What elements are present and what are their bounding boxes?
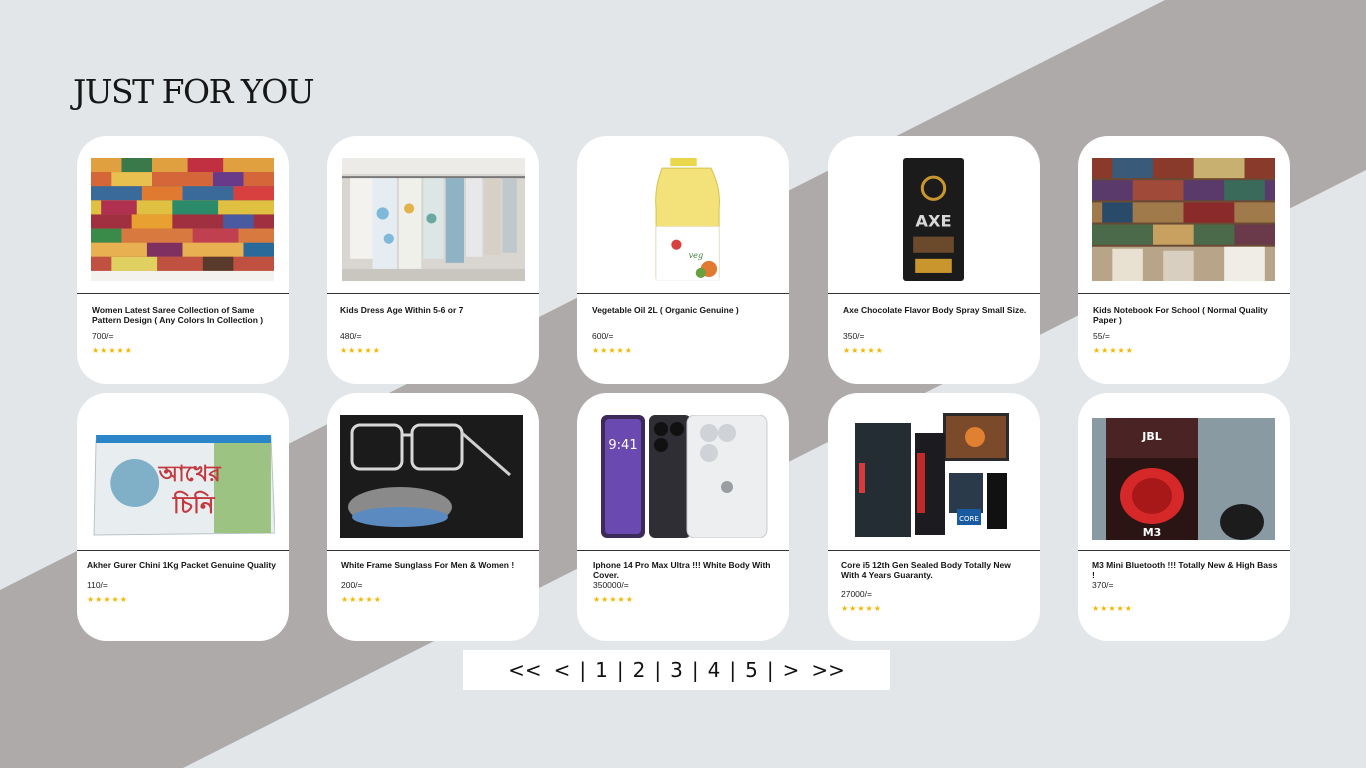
last-page-button[interactable]: >> (805, 658, 851, 682)
product-card[interactable]: 9:41 Iphone 14 Pro Max Ultra !!! White B… (577, 393, 789, 641)
page-4-button[interactable]: 4 (702, 658, 727, 682)
book-stacks-image[interactable] (1092, 158, 1275, 281)
product-price: 370/= (1092, 580, 1114, 590)
desktop-pc-image[interactable]: CORE (853, 413, 1013, 543)
product-name[interactable]: M3 Mini Bluetooth !!! Totally New & High… (1092, 560, 1280, 580)
oil-bottle-image[interactable]: veg (591, 158, 774, 281)
product-card[interactable]: Kids Notebook For School ( Normal Qualit… (1078, 136, 1290, 384)
card-divider (327, 293, 539, 294)
rating-stars: ★★★★★ (92, 346, 133, 355)
page-5-button[interactable]: 5 (739, 658, 764, 682)
iphone-image[interactable]: 9:41 (597, 415, 772, 538)
page-1-button[interactable]: 1 (589, 658, 614, 682)
product-name[interactable]: Axe Chocolate Flavor Body Spray Small Si… (843, 305, 1030, 315)
product-price: 110/= (87, 580, 108, 590)
axe-spray-image[interactable]: AXE (842, 158, 1025, 281)
packet-text-line2: চিনি (172, 490, 216, 519)
pagination-separator: | (654, 658, 662, 682)
speaker-model-text: M3 (1143, 526, 1162, 539)
pagination: << < | 1 | 2 | 3 | 4 | 5 | > >> (463, 650, 890, 690)
sugar-packet-image[interactable]: আখের চিনি (92, 423, 275, 541)
card-divider (577, 550, 789, 551)
product-price: 350/= (843, 331, 865, 341)
page-title: JUST FOR YOU (73, 72, 315, 111)
pagination-separator: | (579, 658, 587, 682)
pagination-separator: | (729, 658, 737, 682)
card-divider (327, 550, 539, 551)
phone-time-text: 9:41 (608, 438, 637, 453)
page-3-button[interactable]: 3 (664, 658, 689, 682)
card-divider (77, 293, 289, 294)
svg-text:AXE: AXE (915, 212, 951, 231)
product-price: 350000/= (593, 580, 629, 590)
product-card[interactable]: AXE Axe Chocolate Flavor Body Spray Smal… (828, 136, 1040, 384)
pagination-separator: | (616, 658, 624, 682)
kids-dress-rack-image[interactable] (342, 158, 525, 281)
rating-stars: ★★★★★ (841, 604, 882, 613)
product-name[interactable]: Iphone 14 Pro Max Ultra !!! White Body W… (593, 560, 779, 580)
product-name[interactable]: Core i5 12th Gen Sealed Body Totally New… (841, 560, 1030, 580)
product-price: 600/= (592, 331, 614, 341)
product-price: 55/= (1093, 331, 1110, 341)
pagination-separator: | (766, 658, 774, 682)
product-card[interactable]: JBL M3 M3 Mini Bluetooth !!! Totally New… (1078, 393, 1290, 641)
card-divider (828, 293, 1040, 294)
product-name[interactable]: Kids Dress Age Within 5-6 or 7 (340, 305, 529, 315)
rating-stars: ★★★★★ (1092, 604, 1133, 613)
product-card[interactable]: veg Vegetable Oil 2L ( Organic Genuine )… (577, 136, 789, 384)
product-name[interactable]: Women Latest Saree Collection of Same Pa… (92, 305, 279, 325)
product-name[interactable]: White Frame Sunglass For Men & Women ! (341, 560, 529, 570)
rating-stars: ★★★★★ (592, 346, 633, 355)
card-divider (1078, 550, 1290, 551)
card-divider (1078, 293, 1290, 294)
card-divider (828, 550, 1040, 551)
saree-stack-image[interactable] (91, 158, 274, 281)
product-card[interactable]: Kids Dress Age Within 5-6 or 7 480/= ★★★… (327, 136, 539, 384)
product-card[interactable]: White Frame Sunglass For Men & Women ! 2… (327, 393, 539, 641)
rating-stars: ★★★★★ (340, 346, 381, 355)
pagination-separator: | (691, 658, 699, 682)
jbl-logo-text: JBL (1141, 430, 1162, 443)
product-grid: Women Latest Saree Collection of Same Pa… (77, 136, 1291, 641)
product-card[interactable]: আখের চিনি Akher Gurer Chini 1Kg Packet G… (77, 393, 289, 641)
rating-stars: ★★★★★ (843, 346, 884, 355)
product-price: 700/= (92, 331, 114, 341)
product-price: 200/= (341, 580, 363, 590)
product-card[interactable]: CORE Core i5 12th Gen Sealed Body Totall… (828, 393, 1040, 641)
clear-glasses-image[interactable] (340, 415, 523, 538)
rating-stars: ★★★★★ (593, 595, 634, 604)
product-name[interactable]: Kids Notebook For School ( Normal Qualit… (1093, 305, 1280, 325)
rating-stars: ★★★★★ (1093, 346, 1134, 355)
page-2-button[interactable]: 2 (627, 658, 652, 682)
product-card[interactable]: Women Latest Saree Collection of Same Pa… (77, 136, 289, 384)
svg-text:veg: veg (689, 250, 704, 260)
rating-stars: ★★★★★ (341, 595, 382, 604)
rating-stars: ★★★★★ (87, 595, 128, 604)
prev-page-button[interactable]: < (548, 658, 577, 682)
jbl-speaker-image[interactable]: JBL M3 (1092, 418, 1275, 540)
packet-text-line1: আখের (158, 461, 222, 487)
product-price: 27000/= (841, 589, 872, 599)
product-name[interactable]: Vegetable Oil 2L ( Organic Genuine ) (592, 305, 779, 315)
first-page-button[interactable]: << (502, 658, 548, 682)
product-name[interactable]: Akher Gurer Chini 1Kg Packet Genuine Qua… (87, 560, 279, 570)
next-page-button[interactable]: > (777, 658, 806, 682)
card-divider (77, 550, 289, 551)
product-price: 480/= (340, 331, 362, 341)
pc-badge-text: CORE (959, 515, 979, 523)
card-divider (577, 293, 789, 294)
